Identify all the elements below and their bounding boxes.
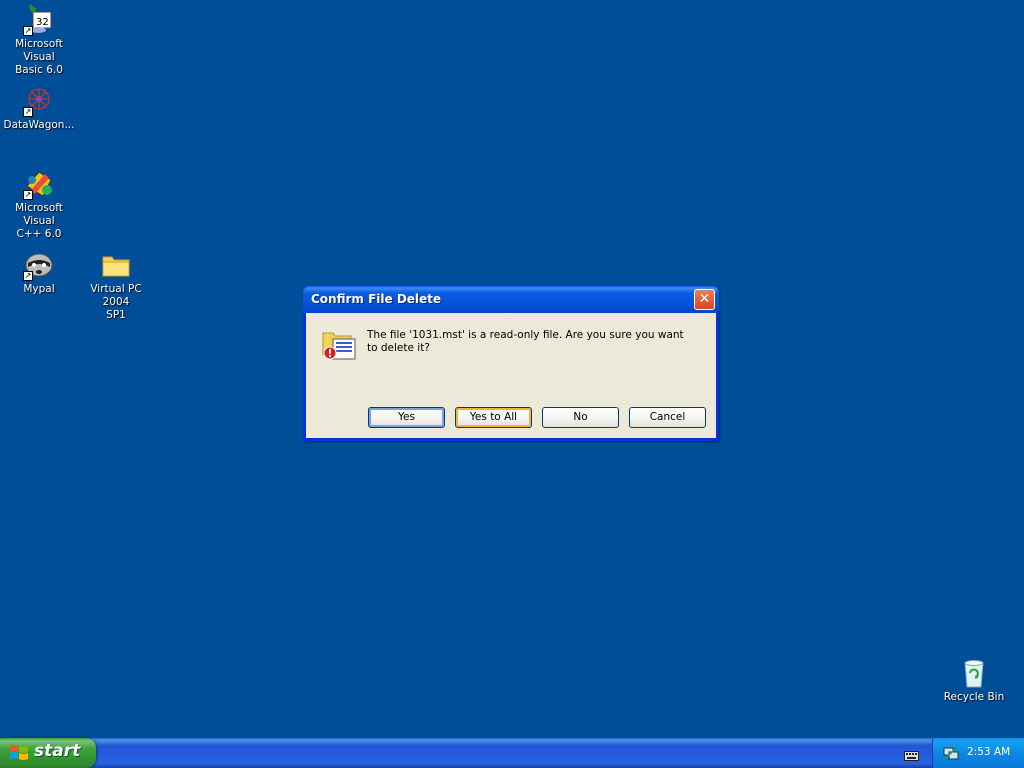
vb6-icon: 32 ↗	[23, 4, 55, 36]
file-delete-warning-icon	[321, 327, 357, 363]
taskbar: start 2:53 AM	[0, 738, 1024, 768]
windows-logo-icon	[9, 744, 29, 762]
desktop-icon-datawagon[interactable]: ↗ DataWagon...	[0, 85, 78, 132]
desktop-icon-label: Basic 6.0	[15, 64, 63, 76]
cancel-button-label: Cancel	[649, 411, 686, 423]
start-label: start	[34, 741, 81, 761]
desktop-icon-vb6[interactable]: 32 ↗ Microsoft Visual Basic 6.0	[0, 4, 78, 77]
mypal-icon: ↗	[23, 249, 55, 281]
clock[interactable]: 2:53 AM	[967, 746, 1010, 758]
shortcut-arrow-icon: ↗	[23, 26, 33, 36]
recycle-bin-icon	[958, 657, 990, 689]
dialog-message: The file '1031.mst' is a read-only file.…	[367, 329, 684, 354]
desktop-icon-label: Virtual PC 2004	[90, 283, 142, 308]
desktop-icon-label: Microsoft Visual	[15, 202, 63, 227]
desktop-icon-virtual-pc[interactable]: Virtual PC 2004 SP1	[77, 249, 155, 322]
svg-text:32: 32	[36, 17, 49, 28]
desktop-icon-label: DataWagon...	[3, 119, 75, 131]
desktop-icon-label: Mypal	[23, 283, 55, 295]
yes-button[interactable]: Yes	[368, 407, 445, 428]
shortcut-arrow-icon: ↗	[23, 190, 33, 200]
cancel-button[interactable]: Cancel	[629, 407, 706, 428]
shortcut-arrow-icon: ↗	[23, 271, 33, 281]
desktop-icon-label: Recycle Bin	[943, 691, 1005, 703]
no-button-label: No	[573, 411, 588, 423]
network-tray-icon[interactable]	[943, 745, 959, 761]
desktop-icon-label: C++ 6.0	[16, 228, 62, 240]
dialog-title: Confirm File Delete	[311, 292, 442, 306]
yes-button-label: Yes	[398, 411, 415, 423]
system-tray: 2:53 AM	[932, 738, 1024, 768]
close-button[interactable]: ✕	[694, 289, 715, 310]
dialog-titlebar[interactable]: Confirm File Delete ✕	[303, 286, 719, 313]
yes-to-all-button[interactable]: Yes to All	[455, 407, 532, 428]
shortcut-arrow-icon: ↗	[23, 107, 33, 117]
no-button[interactable]: No	[542, 407, 619, 428]
desktop-icon-label: SP1	[106, 309, 126, 321]
folder-icon	[100, 249, 132, 281]
desktop-icon-vcpp[interactable]: ↗ Microsoft Visual C++ 6.0	[0, 168, 78, 241]
vcpp-icon: ↗	[23, 168, 55, 200]
yes-to-all-button-label: Yes to All	[469, 411, 518, 423]
desktop-icon-recycle-bin[interactable]: Recycle Bin	[935, 657, 1013, 704]
start-button[interactable]: start	[0, 738, 96, 768]
confirm-file-delete-dialog: Confirm File Delete ✕ The file '1031.mst…	[303, 286, 719, 441]
datawagon-icon: ↗	[23, 85, 55, 117]
desktop-icon-mypal[interactable]: ↗ Mypal	[0, 249, 78, 296]
keyboard-icon[interactable]	[904, 746, 919, 761]
desktop-icon-label: Microsoft Visual	[15, 38, 63, 63]
